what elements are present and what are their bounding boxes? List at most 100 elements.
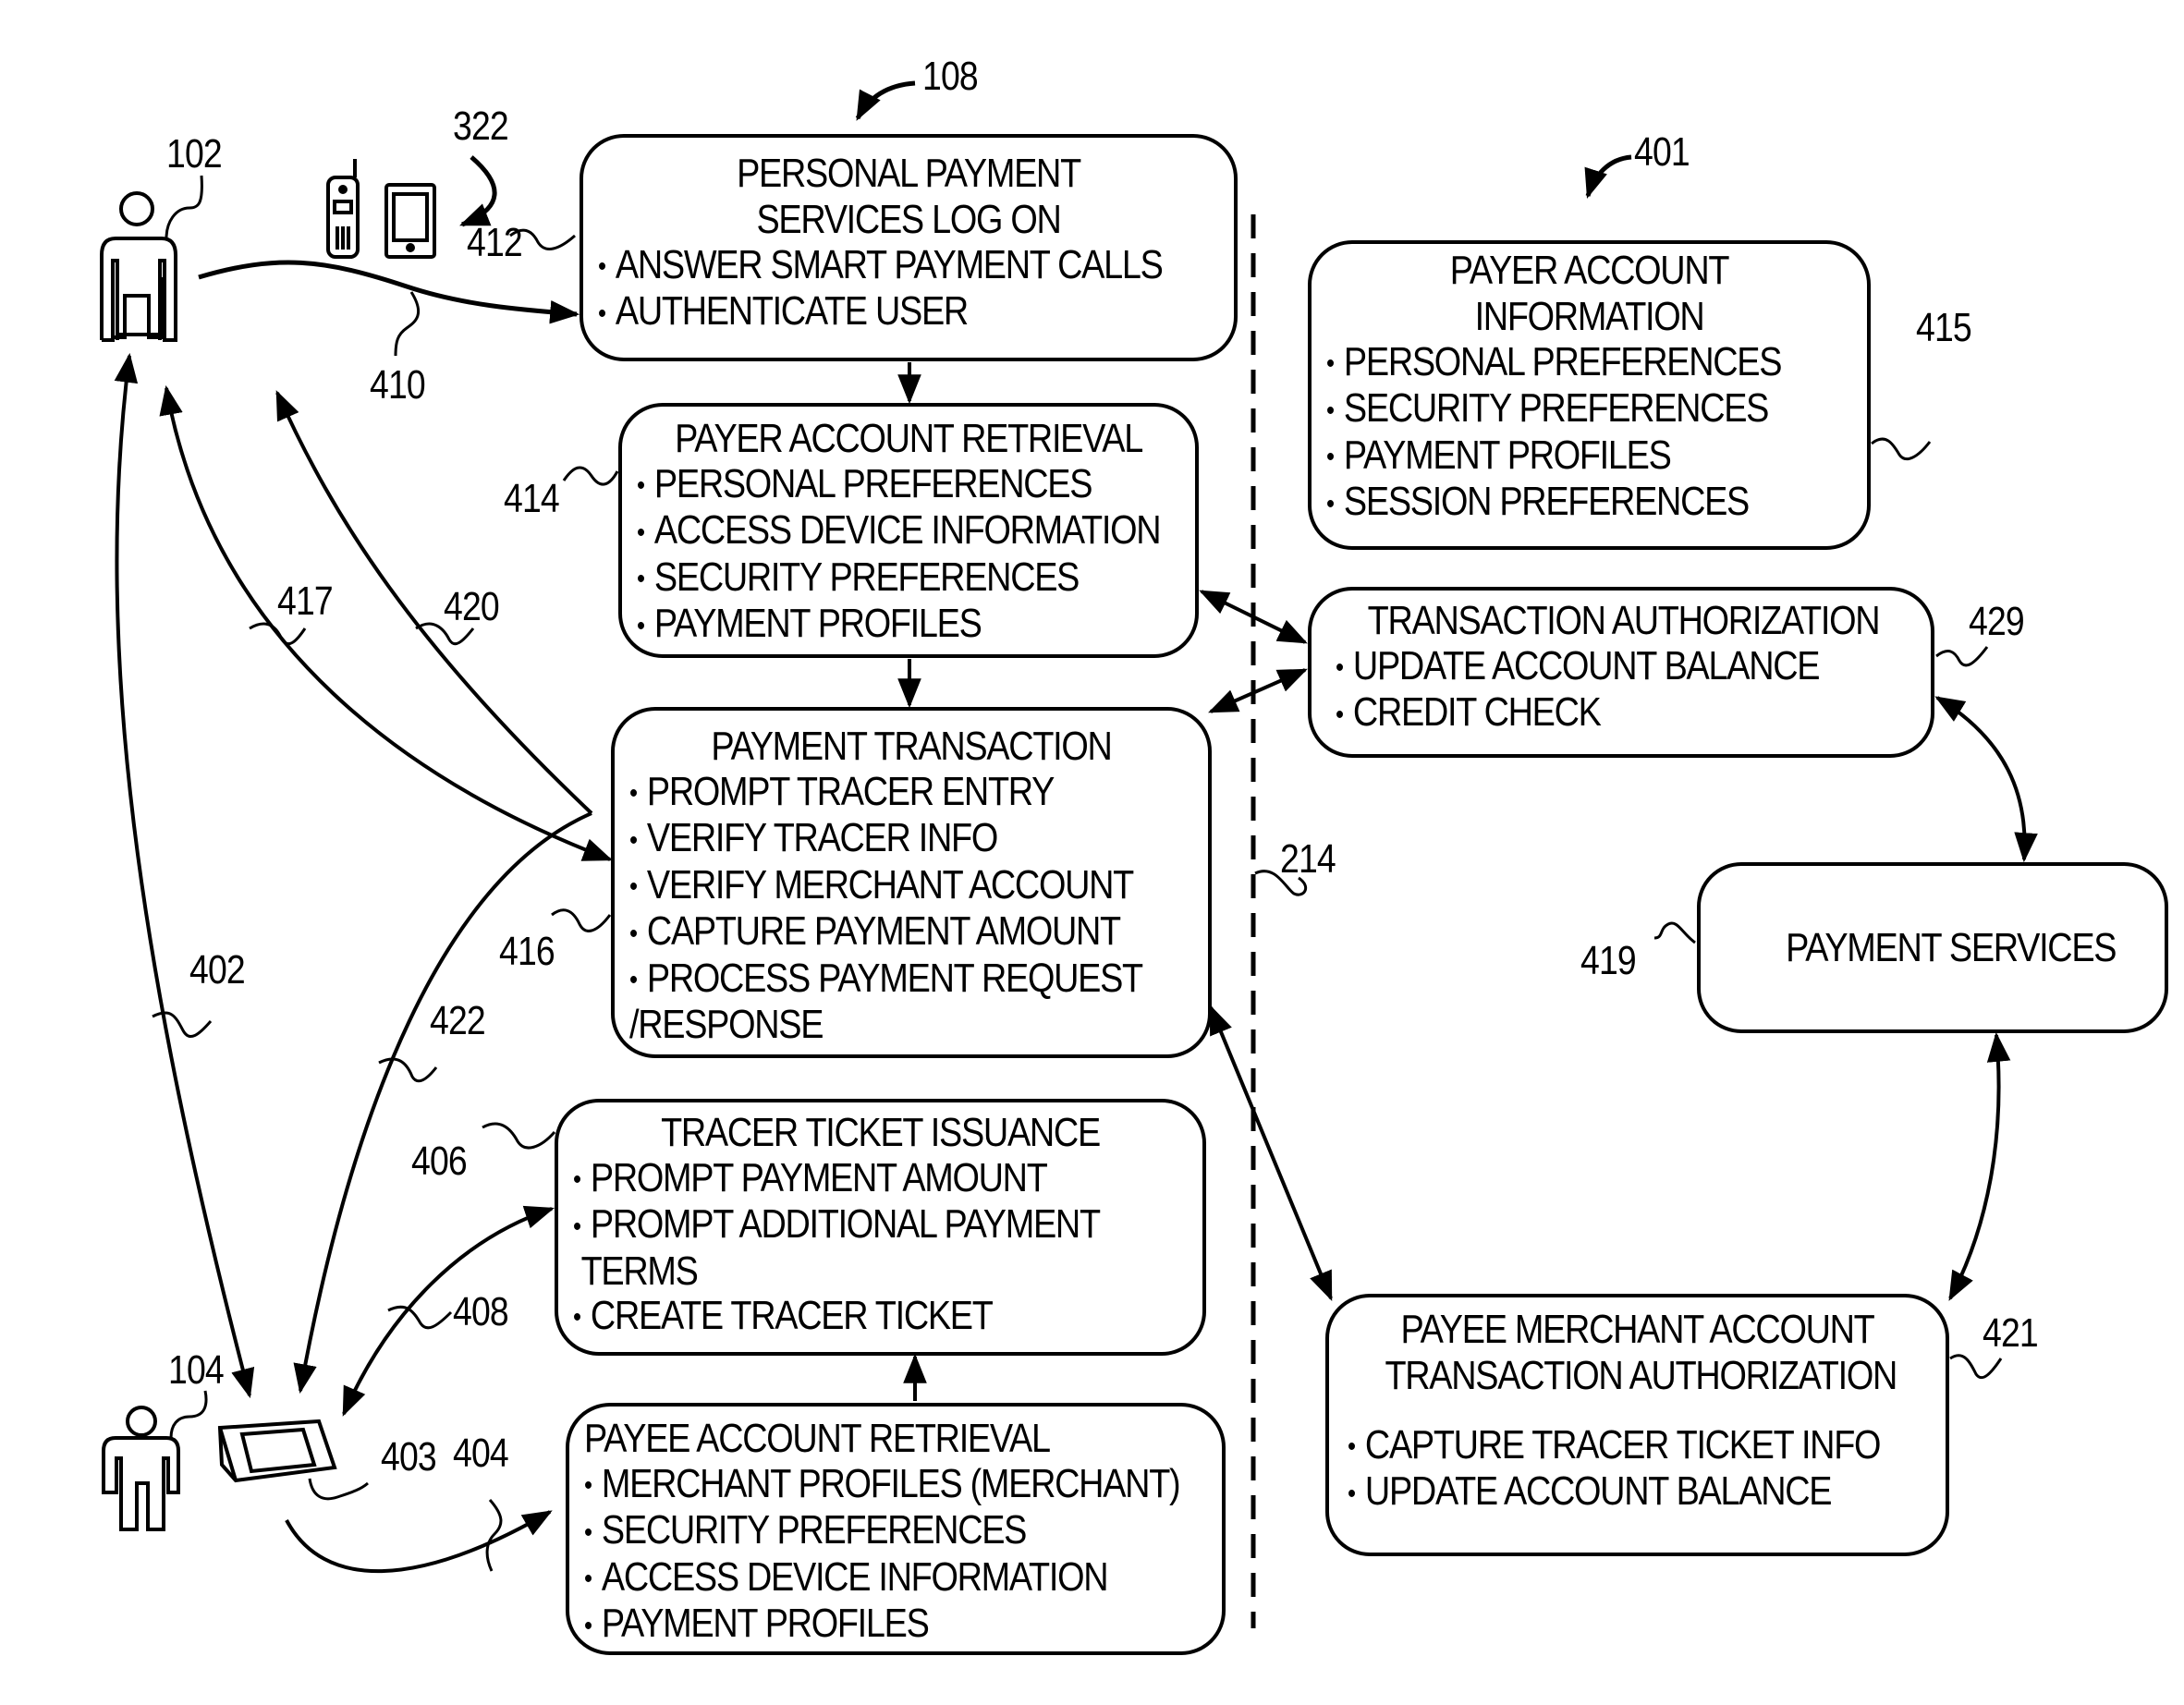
- leader-414: [562, 466, 619, 486]
- ref-416: 416: [499, 929, 555, 974]
- merchant-auth-title-line-1: PAYEE MERCHANT ACCOUNT: [1400, 1307, 1875, 1352]
- bullet-icon: •: [1326, 442, 1335, 473]
- leader-403: [308, 1478, 369, 1501]
- payment-terminal-icon: [217, 1419, 337, 1483]
- logon-item-text: ANSWER SMART PAYMENT CALLS: [615, 242, 1164, 287]
- payee-person-icon: [102, 1406, 180, 1531]
- payee-retrieval-item: • SECURITY PREFERENCES: [584, 1508, 1120, 1554]
- bullet-icon: •: [584, 1564, 592, 1595]
- bullet-icon: •: [1336, 652, 1344, 684]
- item-text: VERIFY MERCHANT ACCOUNT: [646, 861, 1134, 907]
- logon-title-line-2: SERVICES LOG ON: [756, 197, 1061, 242]
- payee-retrieval-item: • PAYMENT PROFILES: [584, 1601, 1120, 1648]
- flow-422-arrow: [293, 811, 592, 1394]
- merchant-auth-title-line-2: TRANSACTION AUTHORIZATION: [1385, 1353, 1897, 1398]
- leader-104: [169, 1390, 208, 1439]
- ref-108: 108: [922, 54, 979, 99]
- payer-retrieval-box: PAYER ACCOUNT RETRIEVAL • PERSONAL PREFER…: [618, 403, 1199, 658]
- item-text: CREDIT CHECK: [1352, 689, 1602, 736]
- payee-retrieval-box: PAYEE ACCOUNT RETRIEVAL • MERCHANT PROFIL…: [566, 1403, 1226, 1655]
- payer-retrieval-item: • PERSONAL PREFERENCES: [637, 462, 1104, 508]
- payer-info-title-line-1: PAYER ACCOUNT: [1449, 248, 1730, 293]
- tracer-item: • PROMPT PAYMENT AMOUNT: [573, 1156, 1102, 1202]
- logon-title-line-1: PERSONAL PAYMENT: [737, 151, 1081, 196]
- flow-404-arrow: [285, 1510, 553, 1574]
- leader-102: [165, 175, 203, 239]
- arrow-401: [1584, 154, 1632, 200]
- item-text: MERCHANT PROFILES (MERCHANT): [601, 1461, 1181, 1506]
- payer-retrieval-item: • ACCESS DEVICE INFORMATION: [637, 508, 1162, 554]
- leader-416: [551, 908, 612, 932]
- transaction-item: • CAPTURE PAYMENT AMOUNT: [629, 909, 1121, 956]
- ref-429: 429: [1969, 599, 2025, 644]
- merchant-auth-item: • CAPTURE TRACER TICKET INFO: [1348, 1423, 1881, 1469]
- bullet-icon: •: [637, 470, 645, 502]
- payment-services-box: PAYMENT SERVICES: [1697, 862, 2168, 1033]
- payer-retrieval-item: • PAYMENT PROFILES: [637, 602, 1104, 648]
- transaction-item: • VERIFY TRACER INFO: [629, 816, 1115, 862]
- transaction-auth-item: • UPDATE ACCOUNT BALANCE: [1336, 644, 1835, 690]
- ref-412: 412: [467, 220, 523, 265]
- transaction-item: • VERIFY MERCHANT ACCOUNT: [629, 862, 1134, 909]
- item-text: PERSONAL PREFERENCES: [653, 461, 1093, 506]
- bullet-icon: •: [1326, 348, 1335, 380]
- transaction-item: • PROMPT TRACER ENTRY: [629, 770, 1115, 816]
- flow-402-arrow: [114, 352, 255, 1399]
- transaction-item-continuation: /RESPONSE: [629, 1001, 824, 1047]
- item-text: PAYMENT PROFILES: [601, 1601, 930, 1647]
- bullet-icon: •: [573, 1211, 581, 1242]
- arrow-transaction-auth: [1208, 668, 1308, 713]
- logon-item: • ANSWER SMART PAYMENT CALLS: [598, 243, 1164, 289]
- merchant-auth-box: PAYEE MERCHANT ACCOUNT TRANSACTION AUTHO…: [1325, 1294, 1949, 1556]
- leader-419: [1653, 921, 1696, 944]
- item-text: CAPTURE TRACER TICKET INFO: [1364, 1422, 1882, 1468]
- ref-421: 421: [1983, 1310, 2039, 1356]
- transaction-item: • PROCESS PAYMENT REQUEST: [629, 956, 1143, 1003]
- bullet-icon: •: [1326, 395, 1335, 426]
- ref-401: 401: [1634, 129, 1690, 175]
- ref-403: 403: [381, 1434, 437, 1480]
- leader-421: [1949, 1354, 2003, 1380]
- payer-retrieval-item: • SECURITY PREFERENCES: [637, 554, 1104, 602]
- item-text: CREATE TRACER TICKET: [590, 1292, 994, 1338]
- ref-404: 404: [453, 1431, 509, 1476]
- payer-info-item: • PAYMENT PROFILES: [1326, 432, 1778, 480]
- logon-item: • AUTHENTICATE USER: [598, 289, 1132, 335]
- item-text: PROMPT ADDITIONAL PAYMENT: [590, 1201, 1101, 1248]
- bullet-icon: •: [1348, 1478, 1356, 1509]
- item-text: PERSONAL PREFERENCES: [1343, 339, 1783, 384]
- ref-414: 414: [504, 476, 560, 521]
- item-text: PROCESS PAYMENT REQUEST: [646, 955, 1143, 1001]
- arrow-108: [855, 80, 916, 121]
- tracer-ticket-box: TRACER TICKET ISSUANCE • PROMPT PAYMENT A…: [555, 1099, 1206, 1356]
- leader-406: [482, 1122, 556, 1150]
- arrow-transaction-merchant: [1209, 1005, 1333, 1301]
- leader-415: [1871, 437, 1932, 460]
- bullet-icon: •: [598, 298, 606, 329]
- tracer-item: • PROMPT ADDITIONAL PAYMENT: [573, 1202, 1102, 1248]
- logon-box: PERSONAL PAYMENT SERVICES LOG ON • ANSWER…: [580, 134, 1238, 361]
- bullet-icon: •: [637, 564, 645, 595]
- bullet-icon: •: [584, 1610, 592, 1641]
- item-text: SESSION PREFERENCES: [1343, 479, 1750, 525]
- bullet-icon: •: [629, 918, 638, 949]
- payee-retrieval-title: PAYEE ACCOUNT RETRIEVAL: [584, 1416, 1051, 1461]
- arrow-services-merchant: [1948, 1031, 2011, 1301]
- item-text: SECURITY PREFERENCES: [653, 554, 1080, 600]
- payee-retrieval-item: • MERCHANT PROFILES (MERCHANT): [584, 1462, 1181, 1508]
- ref-420: 420: [444, 584, 500, 629]
- payer-info-title-line-2: INFORMATION: [1474, 294, 1705, 339]
- payment-transaction-box: PAYMENT TRANSACTION • PROMPT TRACER ENTRY…: [611, 707, 1212, 1058]
- leader-402: [152, 1011, 213, 1038]
- bullet-icon: •: [573, 1164, 581, 1196]
- payment-services-title: PAYMENT SERVICES: [1786, 924, 2117, 970]
- transaction-auth-title: TRANSACTION AUTHORIZATION: [1367, 598, 1881, 643]
- tracer-item: • CREATE TRACER TICKET: [573, 1292, 1102, 1340]
- bullet-icon: •: [598, 251, 606, 283]
- transaction-auth-box: TRANSACTION AUTHORIZATION • UPDATE ACCOUN…: [1308, 587, 1934, 758]
- arrow-retrieval-auth: [1199, 590, 1308, 644]
- pda-icon: [384, 183, 436, 259]
- ref-406: 406: [411, 1139, 468, 1184]
- item-text: SECURITY PREFERENCES: [601, 1507, 1028, 1553]
- bullet-icon: •: [629, 778, 638, 810]
